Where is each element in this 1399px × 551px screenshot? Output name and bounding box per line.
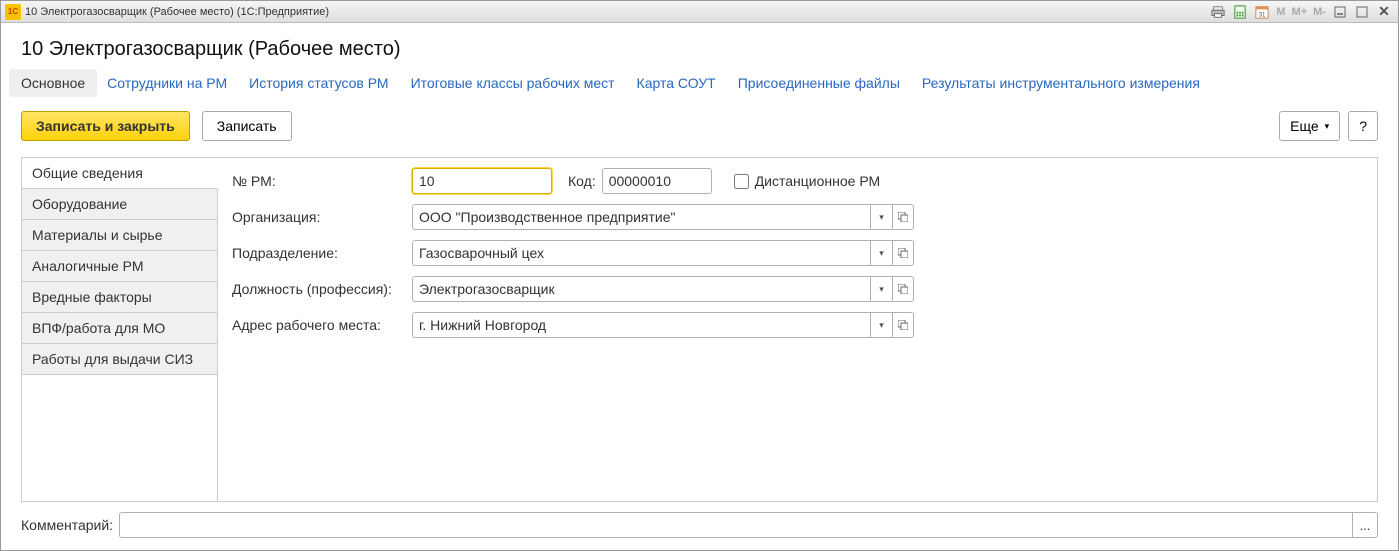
content-area: 10 Электрогазосварщик (Рабочее место) Ос… xyxy=(1,23,1398,550)
select-department: ▾ xyxy=(412,240,920,266)
calendar-icon[interactable]: 31 xyxy=(1252,4,1272,20)
calculator-icon[interactable] xyxy=(1230,4,1250,20)
checkbox-remote-wrap[interactable]: Дистанционное РМ xyxy=(730,171,880,192)
dropdown-position-button[interactable]: ▾ xyxy=(870,276,892,302)
memory-mplus-button[interactable]: M+ xyxy=(1290,4,1310,20)
window-title: 10 Электрогазосварщик (Рабочее место) (1… xyxy=(25,6,329,18)
open-position-button[interactable] xyxy=(892,276,914,302)
memory-mminus-button[interactable]: M- xyxy=(1311,4,1328,20)
nav-tabs: Основное Сотрудники на РМ История статус… xyxy=(21,75,1378,91)
form-area: № РМ: Код: Дистанционное РМ Организация:… xyxy=(218,158,1377,501)
input-address[interactable] xyxy=(412,312,870,338)
close-button[interactable]: ✕ xyxy=(1374,4,1394,20)
help-button[interactable]: ? xyxy=(1348,111,1378,141)
logo-text: 1C xyxy=(8,7,18,16)
row-rm-no: № РМ: Код: Дистанционное РМ xyxy=(232,168,1363,194)
input-code[interactable] xyxy=(602,168,712,194)
print-icon[interactable] xyxy=(1208,4,1228,20)
side-tab-equipment[interactable]: Оборудование xyxy=(22,189,218,220)
row-position: Должность (профессия): ▾ xyxy=(232,276,1363,302)
row-department: Подразделение: ▾ xyxy=(232,240,1363,266)
dropdown-organization-button[interactable]: ▾ xyxy=(870,204,892,230)
label-organization: Организация: xyxy=(232,209,412,225)
svg-text:31: 31 xyxy=(1259,11,1266,18)
tab-status-history[interactable]: История статусов РМ xyxy=(249,75,388,91)
dropdown-address-button[interactable]: ▾ xyxy=(870,312,892,338)
select-organization: ▾ xyxy=(412,204,920,230)
tab-final-classes[interactable]: Итоговые классы рабочих мест xyxy=(411,75,615,91)
titlebar-icons: 31 M M+ M- ✕ xyxy=(1208,4,1394,20)
side-tab-hazards[interactable]: Вредные факторы xyxy=(22,282,218,313)
page-title: 10 Электрогазосварщик (Рабочее место) xyxy=(21,38,1378,61)
window: 1C 10 Электрогазосварщик (Рабочее место)… xyxy=(0,0,1399,551)
side-tab-general[interactable]: Общие сведения xyxy=(22,158,218,189)
titlebar: 1C 10 Электрогазосварщик (Рабочее место)… xyxy=(1,1,1398,23)
side-tab-similar[interactable]: Аналогичные РМ xyxy=(22,251,218,282)
chevron-down-icon: ▾ xyxy=(1325,121,1330,132)
tab-sout-map[interactable]: Карта СОУТ xyxy=(637,75,716,91)
comment-expand-button[interactable]: ... xyxy=(1352,512,1378,538)
select-position: ▾ xyxy=(412,276,920,302)
toolbar-right: Еще ▾ ? xyxy=(1279,111,1378,141)
open-address-button[interactable] xyxy=(892,312,914,338)
side-tab-siz[interactable]: Работы для выдачи СИЗ xyxy=(22,344,218,375)
input-organization[interactable] xyxy=(412,204,870,230)
label-department: Подразделение: xyxy=(232,245,412,261)
save-button[interactable]: Записать xyxy=(202,111,292,141)
select-address: ▾ xyxy=(412,312,920,338)
label-comment: Комментарий: xyxy=(21,517,113,533)
input-comment[interactable] xyxy=(119,512,1352,538)
label-address: Адрес рабочего места: xyxy=(232,317,412,333)
side-tab-materials[interactable]: Материалы и сырье xyxy=(22,220,218,251)
main-area: Общие сведения Оборудование Материалы и … xyxy=(21,157,1378,502)
tab-measurements[interactable]: Результаты инструментального измерения xyxy=(922,75,1200,91)
dropdown-department-button[interactable]: ▾ xyxy=(870,240,892,266)
label-code: Код: xyxy=(568,173,596,189)
input-rm-no[interactable] xyxy=(412,168,552,194)
label-remote: Дистанционное РМ xyxy=(755,173,880,189)
tab-main[interactable]: Основное xyxy=(9,69,97,97)
side-tab-vpf[interactable]: ВПФ/работа для МО xyxy=(22,313,218,344)
input-position[interactable] xyxy=(412,276,870,302)
tab-attachments[interactable]: Присоединенные файлы xyxy=(738,75,900,91)
more-button[interactable]: Еще ▾ xyxy=(1279,111,1340,141)
label-rm-no: № РМ: xyxy=(232,173,412,189)
input-department[interactable] xyxy=(412,240,870,266)
save-and-close-button[interactable]: Записать и закрыть xyxy=(21,111,190,141)
more-label: Еще xyxy=(1290,118,1319,134)
maximize-button[interactable] xyxy=(1352,4,1372,20)
tab-employees[interactable]: Сотрудники на РМ xyxy=(107,75,227,91)
open-department-button[interactable] xyxy=(892,240,914,266)
app-logo-icon: 1C xyxy=(5,4,21,20)
side-tabs: Общие сведения Оборудование Материалы и … xyxy=(22,158,218,501)
checkbox-remote[interactable] xyxy=(734,174,749,189)
open-organization-button[interactable] xyxy=(892,204,914,230)
memory-m-button[interactable]: M xyxy=(1274,4,1287,20)
row-organization: Организация: ▾ xyxy=(232,204,1363,230)
label-position: Должность (профессия): xyxy=(232,281,412,297)
row-address: Адрес рабочего места: ▾ xyxy=(232,312,1363,338)
comment-row: Комментарий: ... xyxy=(21,512,1378,538)
minimize-button[interactable] xyxy=(1330,4,1350,20)
toolbar: Записать и закрыть Записать Еще ▾ ? xyxy=(21,111,1378,141)
